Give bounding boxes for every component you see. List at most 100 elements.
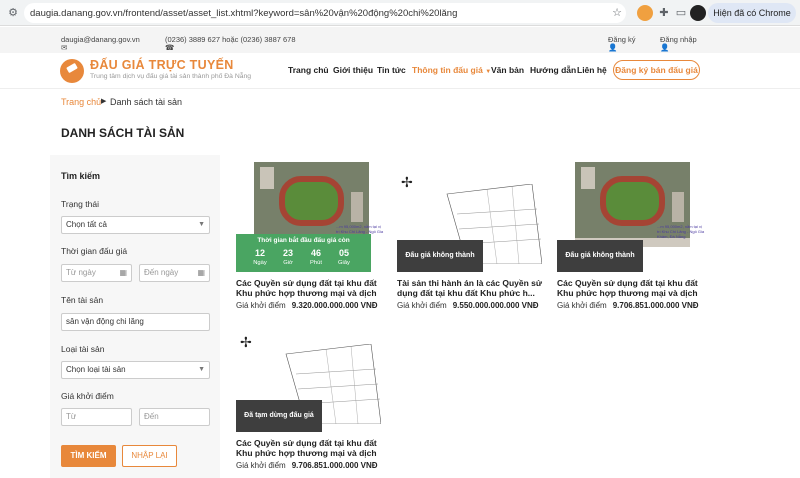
- chrome-update-button[interactable]: Hiện đã có Chrome mới: [708, 3, 796, 38]
- countdown-hours-value: 23: [282, 248, 293, 258]
- image-caption: ...m 95,000m2, nằm tại vị trí Khu Chi Lă…: [657, 224, 705, 239]
- asset-name-label: Tên tài sản: [61, 295, 104, 305]
- asset-type-select-value: Chọn loại tài sản: [66, 365, 126, 374]
- price-label: Giá khởi điểm: [236, 301, 286, 310]
- asset-title[interactable]: Các Quyền sử dụng đất tại khu đất Khu ph…: [236, 438, 386, 458]
- price-value: 9.550.000.000.000 VNĐ: [452, 301, 539, 310]
- compass-icon: ✢: [401, 174, 413, 190]
- chevron-down-icon: ▼: [198, 366, 205, 373]
- gavel-logo-icon[interactable]: [60, 59, 84, 83]
- register-link[interactable]: 👤 Đăng ký: [608, 35, 636, 52]
- status-label: Trạng thái: [61, 199, 99, 209]
- logo-title[interactable]: ĐẤU GIÁ TRỰC TUYẾN: [90, 58, 234, 72]
- reset-button[interactable]: NHẬP LẠI: [122, 445, 177, 467]
- nav-home[interactable]: Trang chủ: [288, 65, 329, 75]
- asset-card[interactable]: ✢ Đã tạm dừng đấu giá Các Quyền sử dụng …: [236, 322, 386, 470]
- nav-news[interactable]: Tin tức: [377, 65, 406, 75]
- calendar-icon[interactable]: ▦: [119, 265, 127, 281]
- asset-image[interactable]: ✢ Đấu giá không thành: [397, 162, 547, 272]
- breadcrumb-separator-icon: ▶: [101, 98, 107, 105]
- address-bar[interactable]: daugia.danang.gov.vn/frontend/asset/asse…: [24, 3, 626, 23]
- countdown-hours: 23 Giờ: [277, 248, 299, 267]
- countdown-title: Thời gian bắt đầu đấu giá còn: [257, 237, 350, 244]
- mail-icon: ✉: [61, 43, 68, 52]
- calendar-icon[interactable]: ▦: [197, 265, 205, 281]
- bookmark-star-icon[interactable]: ☆: [610, 6, 624, 20]
- stadium-field-shape: [279, 176, 344, 226]
- asset-image[interactable]: ...m 95,000m2, nằm tại vị trí Khu Chi Lă…: [557, 162, 707, 272]
- nav-documents[interactable]: Văn bản: [491, 65, 524, 75]
- compass-icon: ✢: [240, 334, 252, 350]
- price-value: 9.320.000.000.000 VNĐ: [291, 301, 378, 310]
- asset-card[interactable]: ✢ Đấu giá không thành Tài sản thi hành á…: [397, 162, 547, 310]
- countdown-seconds-label: Giây: [338, 260, 350, 266]
- to-date-input[interactable]: Đến ngày ▦: [139, 264, 210, 282]
- countdown-seconds: 05 Giây: [333, 248, 355, 267]
- chevron-down-icon: ▼: [198, 221, 205, 228]
- asset-type-select[interactable]: Chọn loại tài sản ▼: [61, 361, 210, 379]
- asset-price: Giá khởi điểm 9.320.000.000.000 VNĐ: [236, 301, 386, 310]
- from-date-input[interactable]: Từ ngày ▦: [61, 264, 132, 282]
- browser-toolbar: ⚙ daugia.danang.gov.vn/frontend/asset/as…: [0, 0, 800, 38]
- contact-bar: ✉ daugia@danang.gov.vn ☎ (0236) 3889 627…: [0, 27, 800, 53]
- building-shape: [351, 192, 363, 222]
- from-date-placeholder: Từ ngày: [66, 268, 96, 277]
- asset-title[interactable]: Các Quyền sử dụng đất tại khu đất Khu ph…: [557, 278, 707, 298]
- price-value: 9.706.851.000.000 VNĐ: [612, 301, 699, 310]
- register-auction-button[interactable]: Đăng ký bán đấu giá: [613, 60, 700, 80]
- to-date-placeholder: Đến ngày: [144, 268, 179, 277]
- countdown-days: 12 Ngày: [249, 248, 271, 267]
- asset-card[interactable]: ...m 95,000m2, nằm tại vị trí Khu Chi Lă…: [236, 162, 386, 310]
- asset-name-input[interactable]: sân vận động chi lăng: [61, 313, 210, 331]
- site-info-icon[interactable]: ⚙: [6, 6, 20, 20]
- status-badge: Đấu giá không thành: [557, 240, 643, 272]
- extension-icon[interactable]: [637, 5, 653, 21]
- contact-phone: (0236) 3889 627 hoặc (0236) 3887 678: [165, 35, 296, 44]
- nav-contact[interactable]: Liên hệ: [577, 65, 607, 75]
- building-shape: [581, 167, 595, 189]
- side-panel-icon[interactable]: ▭: [674, 6, 688, 20]
- login-link[interactable]: 👤 Đăng nhập: [660, 35, 697, 52]
- search-panel: Tìm kiếm Trạng thái Chọn tất cả ▼ Thời g…: [50, 155, 220, 478]
- status-select[interactable]: Chọn tất cả ▼: [61, 216, 210, 234]
- asset-type-label: Loại tài sản: [61, 344, 105, 354]
- countdown-days-label: Ngày: [253, 260, 267, 266]
- countdown-hours-label: Giờ: [283, 260, 293, 266]
- user-icon: 👤: [660, 43, 670, 52]
- countdown-minutes: 46 Phút: [305, 248, 327, 267]
- stadium-field-shape: [600, 176, 665, 226]
- profile-avatar[interactable]: [690, 5, 706, 21]
- nav-auction-info[interactable]: Thông tin đấu giá ▼: [412, 65, 491, 75]
- countdown-seconds-value: 05: [338, 248, 349, 258]
- site-header: ĐẤU GIÁ TRỰC TUYẾN Trung tâm dịch vụ đấu…: [0, 53, 800, 89]
- extensions-puzzle-icon[interactable]: ✚: [657, 6, 671, 20]
- price-to-input[interactable]: Đến: [139, 408, 210, 426]
- asset-title[interactable]: Các Quyền sử dụng đất tại khu đất Khu ph…: [236, 278, 386, 298]
- asset-card[interactable]: ...m 95,000m2, nằm tại vị trí Khu Chi Lă…: [557, 162, 707, 310]
- contact-email[interactable]: daugia@danang.gov.vn: [61, 35, 140, 44]
- status-select-value: Chọn tất cả: [66, 220, 107, 229]
- nav-about[interactable]: Giới thiệu: [333, 65, 373, 75]
- price-label: Giá khởi điểm: [236, 461, 286, 470]
- nav-auction-info-label: Thông tin đấu giá: [412, 65, 483, 75]
- countdown-days-value: 12: [254, 248, 265, 258]
- price-from-input[interactable]: Từ: [61, 408, 132, 426]
- status-badge: Đã tạm dừng đấu giá: [236, 400, 322, 432]
- logo-subtitle: Trung tâm dịch vụ đấu giá tài sản thành …: [90, 73, 252, 80]
- price-value: 9.706.851.000.000 VNĐ: [291, 461, 378, 470]
- search-button[interactable]: TÌM KIẾM: [61, 445, 116, 467]
- nav-guide[interactable]: Hướng dẫn: [530, 65, 576, 75]
- asset-price: Giá khởi điểm 9.550.000.000.000 VNĐ: [397, 301, 547, 310]
- asset-title[interactable]: Tài sản thi hành án là các Quyền sử dụng…: [397, 278, 547, 298]
- price-label: Giá khởi điểm: [557, 301, 607, 310]
- breadcrumb-home[interactable]: Trang chủ: [61, 97, 101, 107]
- building-shape: [672, 192, 684, 222]
- asset-image[interactable]: ✢ Đã tạm dừng đấu giá: [236, 322, 386, 432]
- asset-image[interactable]: ...m 95,000m2, nằm tại vị trí Khu Chi Lă…: [236, 162, 386, 272]
- countdown-minutes-label: Phút: [310, 260, 322, 266]
- countdown-timer: Thời gian bắt đầu đấu giá còn 12 Ngày 23…: [236, 234, 371, 272]
- asset-price: Giá khởi điểm 9.706.851.000.000 VNĐ: [236, 461, 386, 470]
- page-title: DANH SÁCH TÀI SẢN: [61, 126, 185, 140]
- breadcrumb-current: Danh sách tài sản: [110, 97, 183, 107]
- countdown-minutes-value: 46: [310, 248, 321, 258]
